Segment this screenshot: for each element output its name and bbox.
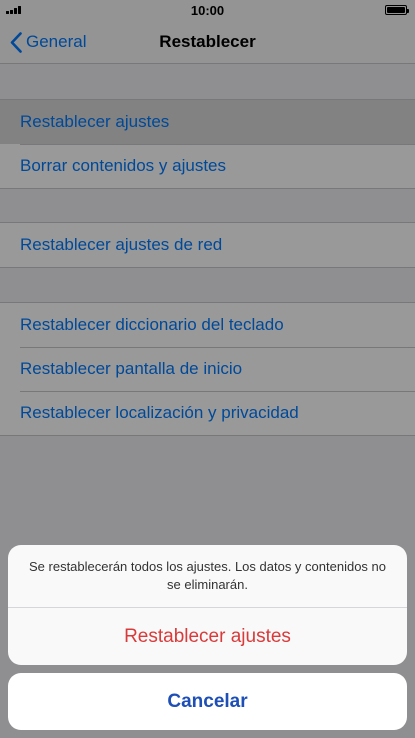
action-sheet-message: Se restablecerán todos los ajustes. Los … [8, 545, 407, 608]
action-sheet: Se restablecerán todos los ajustes. Los … [8, 545, 407, 665]
cancel-button[interactable]: Cancelar [8, 673, 407, 730]
reset-settings-confirm-button[interactable]: Restablecer ajustes [8, 608, 407, 665]
